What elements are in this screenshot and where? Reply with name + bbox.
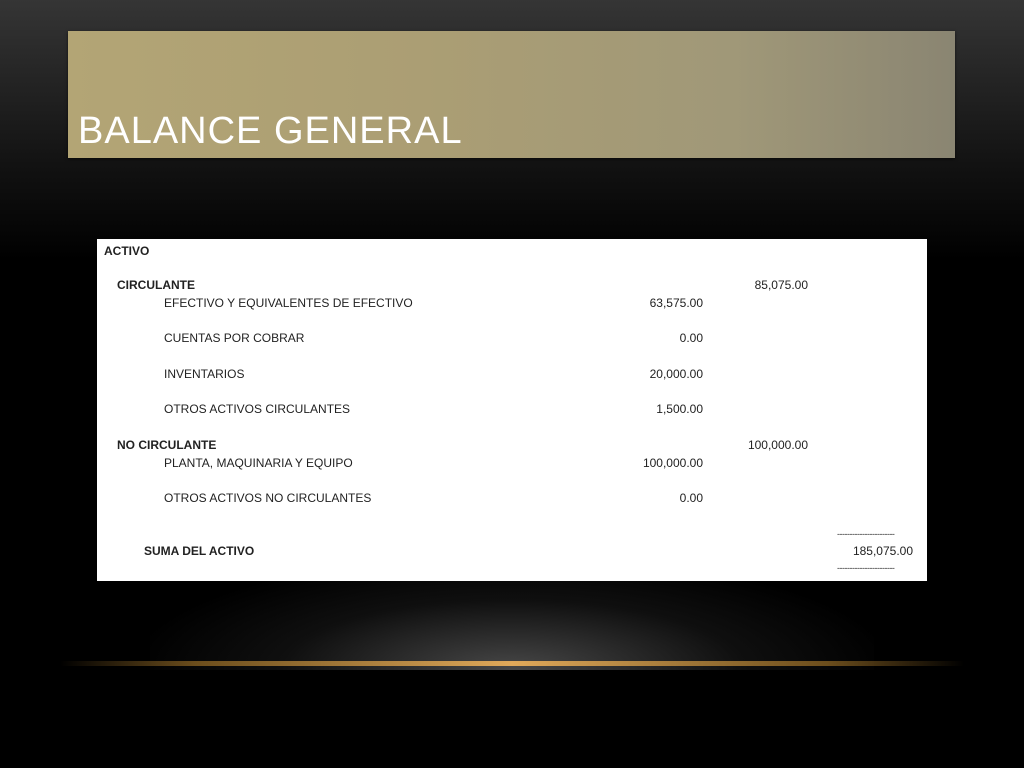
line-item-label: EFECTIVO Y EQUIVALENTES DE EFECTIVO xyxy=(164,296,413,310)
total-value: 185,075.00 xyxy=(852,544,913,558)
section-label-activo: ACTIVO xyxy=(104,244,150,258)
line-item-label: OTROS ACTIVOS CIRCULANTES xyxy=(164,402,351,416)
group-label-circulante: CIRCULANTE xyxy=(117,278,195,292)
total-separator-bottom: ----------------------- xyxy=(837,563,895,573)
line-item-value: 0.00 xyxy=(679,331,703,345)
title-bar: BALANCE GENERAL xyxy=(68,31,955,158)
total-label: SUMA DEL ACTIVO xyxy=(144,544,255,558)
line-item-label: OTROS ACTIVOS NO CIRCULANTES xyxy=(164,491,372,505)
subtotal-no-circulante: 100,000.00 xyxy=(747,438,808,452)
line-item-label: PLANTA, MAQUINARIA Y EQUIPO xyxy=(164,456,353,470)
line-item-label: CUENTAS POR COBRAR xyxy=(164,331,305,345)
line-item-value: 1,500.00 xyxy=(656,402,703,416)
line-item-value: 20,000.00 xyxy=(649,367,703,381)
accent-line xyxy=(60,661,964,666)
line-item-value: 100,000.00 xyxy=(642,456,703,470)
line-item-label: INVENTARIOS xyxy=(164,367,245,381)
slide-title: BALANCE GENERAL xyxy=(78,110,463,152)
subtotal-circulante: 85,075.00 xyxy=(754,278,808,292)
line-item-value: 63,575.00 xyxy=(649,296,703,310)
group-label-no-circulante: NO CIRCULANTE xyxy=(117,438,217,452)
line-item-value: 0.00 xyxy=(679,491,703,505)
total-separator-top: ----------------------- xyxy=(837,529,895,539)
balance-sheet-table: ACTIVO CIRCULANTE 85,075.00 EFECTIVO Y E… xyxy=(97,239,927,581)
